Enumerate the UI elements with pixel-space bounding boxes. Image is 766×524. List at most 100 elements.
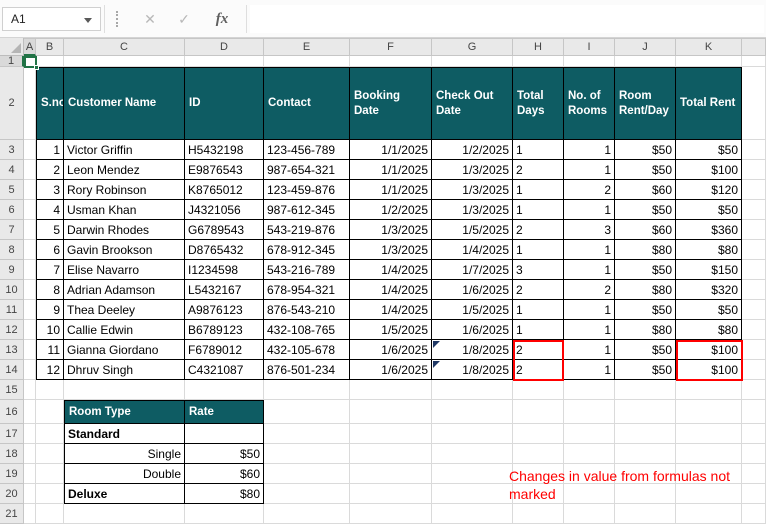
- cell-F9[interactable]: 1/4/2025: [350, 260, 432, 280]
- cell-F3[interactable]: 1/1/2025: [350, 140, 432, 160]
- cell-F16[interactable]: [350, 400, 432, 424]
- cell-K8[interactable]: $80: [676, 240, 742, 260]
- column-header-A[interactable]: A: [24, 38, 36, 56]
- cell-E1[interactable]: [264, 56, 350, 67]
- cell-L4[interactable]: [742, 160, 766, 180]
- cell-E13[interactable]: 432-105-678: [264, 340, 350, 360]
- cell-I14[interactable]: 1: [564, 360, 615, 380]
- cell-L11[interactable]: [742, 300, 766, 320]
- cell-J14[interactable]: $50: [615, 360, 676, 380]
- row-header-12[interactable]: 12: [0, 320, 24, 340]
- cell-K16[interactable]: [676, 400, 742, 424]
- cell-F2[interactable]: Booking Date: [350, 67, 432, 140]
- cell-L2[interactable]: [742, 67, 766, 140]
- cell-F11[interactable]: 1/4/2025: [350, 300, 432, 320]
- cell-E8[interactable]: 678-912-345: [264, 240, 350, 260]
- cell-I5[interactable]: 2: [564, 180, 615, 200]
- cell-G2[interactable]: Check Out Date: [432, 67, 513, 140]
- cell-D4[interactable]: E9876543: [185, 160, 264, 180]
- cell-I11[interactable]: 1: [564, 300, 615, 320]
- cell-I9[interactable]: 1: [564, 260, 615, 280]
- cell-G10[interactable]: 1/6/2025: [432, 280, 513, 300]
- row-header-3[interactable]: 3: [0, 140, 24, 160]
- cell-B4[interactable]: 2: [36, 160, 64, 180]
- cell-E5[interactable]: 123-459-876: [264, 180, 350, 200]
- cell-A7[interactable]: [24, 220, 36, 240]
- cell-L18[interactable]: [742, 444, 766, 464]
- cell-I17[interactable]: [564, 424, 615, 444]
- cell-C18[interactable]: Single: [64, 444, 185, 464]
- cell-E16[interactable]: [264, 400, 350, 424]
- row-header-10[interactable]: 10: [0, 280, 24, 300]
- cell-K9[interactable]: $150: [676, 260, 742, 280]
- cell-J8[interactable]: $80: [615, 240, 676, 260]
- cell-L16[interactable]: [742, 400, 766, 424]
- cell-E6[interactable]: 987-612-345: [264, 200, 350, 220]
- cell-J18[interactable]: [615, 444, 676, 464]
- cell-E15[interactable]: [264, 380, 350, 400]
- cell-K17[interactable]: [676, 424, 742, 444]
- cell-D13[interactable]: F6789012: [185, 340, 264, 360]
- cell-B6[interactable]: 4: [36, 200, 64, 220]
- cell-I8[interactable]: 1: [564, 240, 615, 260]
- cell-J11[interactable]: $50: [615, 300, 676, 320]
- cell-A12[interactable]: [24, 320, 36, 340]
- cell-F13[interactable]: 1/6/2025: [350, 340, 432, 360]
- cell-G13[interactable]: 1/8/2025: [432, 340, 513, 360]
- cell-C15[interactable]: [64, 380, 185, 400]
- cell-B13[interactable]: 11: [36, 340, 64, 360]
- cell-K13[interactable]: $100: [676, 340, 742, 360]
- cell-C7[interactable]: Darwin Rhodes: [64, 220, 185, 240]
- column-header-G[interactable]: G: [432, 38, 513, 56]
- cell-D9[interactable]: I1234598: [185, 260, 264, 280]
- cell-D6[interactable]: J4321056: [185, 200, 264, 220]
- cell-K14[interactable]: $100: [676, 360, 742, 380]
- cell-C8[interactable]: Gavin Brookson: [64, 240, 185, 260]
- cell-C10[interactable]: Adrian Adamson: [64, 280, 185, 300]
- cell-K2[interactable]: Total Rent: [676, 67, 742, 140]
- cell-F6[interactable]: 1/2/2025: [350, 200, 432, 220]
- cell-H7[interactable]: 2: [513, 220, 564, 240]
- cell-G1[interactable]: [432, 56, 513, 67]
- cell-A16[interactable]: [24, 400, 36, 424]
- cell-G14[interactable]: 1/8/2025: [432, 360, 513, 380]
- cell-G16[interactable]: [432, 400, 513, 424]
- column-header-F[interactable]: F: [350, 38, 432, 56]
- cell-G7[interactable]: 1/5/2025: [432, 220, 513, 240]
- row-header-14[interactable]: 14: [0, 360, 24, 380]
- cell-K7[interactable]: $360: [676, 220, 742, 240]
- cell-H5[interactable]: 1: [513, 180, 564, 200]
- cell-F18[interactable]: [350, 444, 432, 464]
- cell-A4[interactable]: [24, 160, 36, 180]
- cell-L21[interactable]: [742, 504, 766, 524]
- cell-E11[interactable]: 876-543-210: [264, 300, 350, 320]
- cell-C19[interactable]: Double: [64, 464, 185, 484]
- cell-C14[interactable]: Dhruv Singh: [64, 360, 185, 380]
- cell-A17[interactable]: [24, 424, 36, 444]
- cell-F15[interactable]: [350, 380, 432, 400]
- cell-H14[interactable]: 2: [513, 360, 564, 380]
- cell-D17[interactable]: [185, 424, 264, 444]
- cell-G11[interactable]: 1/5/2025: [432, 300, 513, 320]
- cell-G17[interactable]: [432, 424, 513, 444]
- cell-L20[interactable]: [742, 484, 766, 504]
- cell-I12[interactable]: 1: [564, 320, 615, 340]
- cell-C6[interactable]: Usman Khan: [64, 200, 185, 220]
- cell-C21[interactable]: [64, 504, 185, 524]
- cell-D1[interactable]: [185, 56, 264, 67]
- cell-H17[interactable]: [513, 424, 564, 444]
- cell-F20[interactable]: [350, 484, 432, 504]
- cell-G18[interactable]: [432, 444, 513, 464]
- cell-C20[interactable]: Deluxe: [64, 484, 185, 504]
- cell-K11[interactable]: $50: [676, 300, 742, 320]
- cell-D7[interactable]: G6789543: [185, 220, 264, 240]
- cell-J21[interactable]: [615, 504, 676, 524]
- cell-A21[interactable]: [24, 504, 36, 524]
- column-header-I[interactable]: I: [564, 38, 615, 56]
- cell-C1[interactable]: [64, 56, 185, 67]
- row-header-15[interactable]: 15: [0, 380, 24, 400]
- cell-D5[interactable]: K8765012: [185, 180, 264, 200]
- cell-J10[interactable]: $80: [615, 280, 676, 300]
- cell-D3[interactable]: H5432198: [185, 140, 264, 160]
- cell-J9[interactable]: $50: [615, 260, 676, 280]
